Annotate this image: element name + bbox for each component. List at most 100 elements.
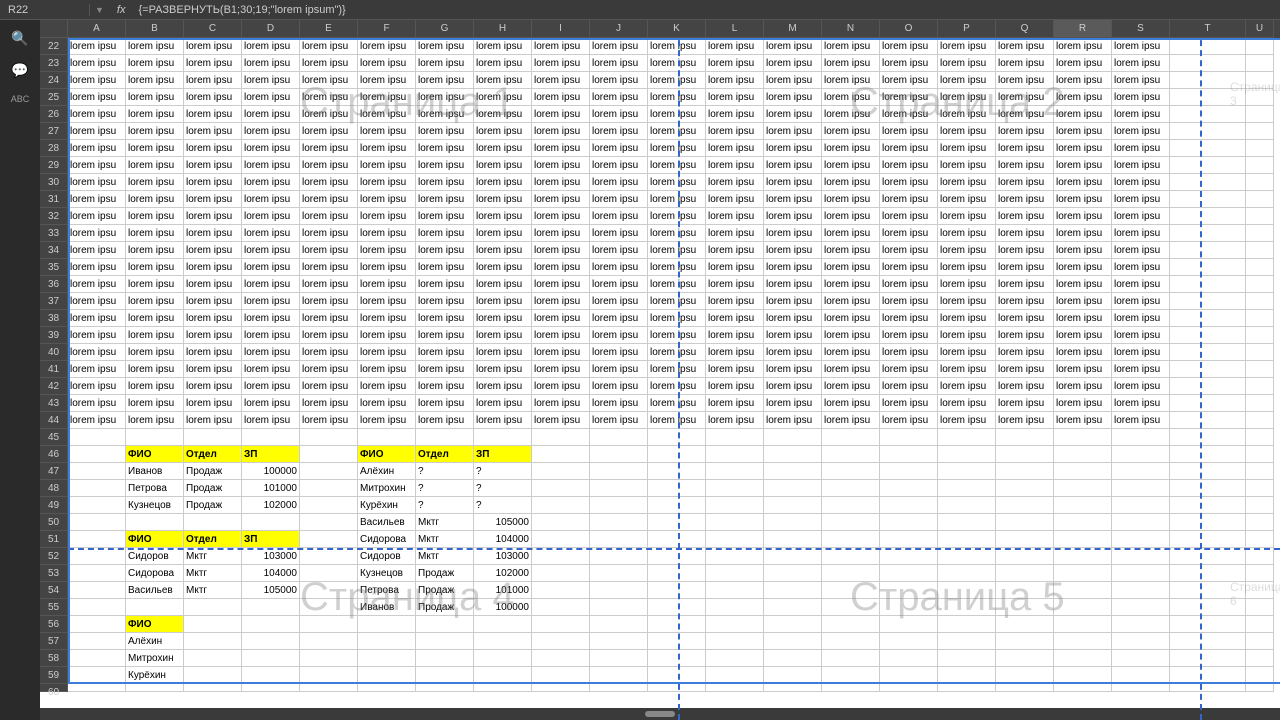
cell[interactable]: lorem ipsu bbox=[996, 123, 1054, 140]
cell[interactable] bbox=[648, 497, 706, 514]
cell[interactable] bbox=[68, 463, 126, 480]
row-header-58[interactable]: 58 bbox=[40, 650, 68, 667]
row-header-59[interactable]: 59 bbox=[40, 667, 68, 684]
cell[interactable]: lorem ipsu bbox=[68, 225, 126, 242]
cell[interactable]: lorem ipsu bbox=[416, 174, 474, 191]
cell[interactable] bbox=[1054, 497, 1112, 514]
cell[interactable] bbox=[1112, 463, 1170, 480]
cell[interactable]: 103000 bbox=[474, 548, 532, 565]
cell[interactable] bbox=[1112, 667, 1170, 684]
cell[interactable] bbox=[764, 531, 822, 548]
cell[interactable] bbox=[68, 429, 126, 446]
cell[interactable] bbox=[474, 650, 532, 667]
cell[interactable]: lorem ipsu bbox=[880, 140, 938, 157]
cell[interactable] bbox=[590, 599, 648, 616]
cell[interactable]: lorem ipsu bbox=[242, 293, 300, 310]
cell[interactable] bbox=[938, 633, 996, 650]
cell[interactable]: lorem ipsu bbox=[242, 72, 300, 89]
cell[interactable]: lorem ipsu bbox=[358, 55, 416, 72]
cell[interactable]: Мктг bbox=[184, 582, 242, 599]
cell[interactable]: lorem ipsu bbox=[1054, 123, 1112, 140]
cell[interactable] bbox=[822, 531, 880, 548]
cell[interactable]: lorem ipsu bbox=[822, 327, 880, 344]
cell[interactable] bbox=[648, 633, 706, 650]
cell[interactable]: lorem ipsu bbox=[880, 327, 938, 344]
cell[interactable] bbox=[938, 565, 996, 582]
cell[interactable]: lorem ipsu bbox=[764, 293, 822, 310]
cell[interactable] bbox=[126, 429, 184, 446]
cell[interactable]: lorem ipsu bbox=[648, 55, 706, 72]
cell[interactable]: lorem ipsu bbox=[416, 344, 474, 361]
column-header-H[interactable]: H bbox=[474, 20, 532, 38]
cell[interactable]: lorem ipsu bbox=[1054, 225, 1112, 242]
cell[interactable]: lorem ipsu bbox=[358, 378, 416, 395]
cell[interactable] bbox=[1054, 684, 1112, 692]
cell[interactable] bbox=[1246, 293, 1274, 310]
cell[interactable]: lorem ipsu bbox=[938, 327, 996, 344]
cell[interactable]: lorem ipsu bbox=[590, 395, 648, 412]
cell[interactable]: lorem ipsu bbox=[764, 123, 822, 140]
cell[interactable] bbox=[300, 531, 358, 548]
cell[interactable] bbox=[938, 429, 996, 446]
cell[interactable]: lorem ipsu bbox=[1112, 38, 1170, 55]
cell[interactable] bbox=[880, 429, 938, 446]
cell[interactable]: lorem ipsu bbox=[648, 123, 706, 140]
row-header-27[interactable]: 27 bbox=[40, 123, 68, 140]
cell[interactable] bbox=[996, 463, 1054, 480]
cell[interactable]: lorem ipsu bbox=[938, 242, 996, 259]
column-header-O[interactable]: O bbox=[880, 20, 938, 38]
cell[interactable]: lorem ipsu bbox=[68, 344, 126, 361]
cell[interactable]: lorem ipsu bbox=[184, 310, 242, 327]
cell[interactable] bbox=[1170, 310, 1246, 327]
cell[interactable]: lorem ipsu bbox=[474, 38, 532, 55]
cell[interactable]: lorem ipsu bbox=[590, 208, 648, 225]
cell[interactable] bbox=[1170, 684, 1246, 692]
cell[interactable]: lorem ipsu bbox=[706, 38, 764, 55]
cell[interactable]: lorem ipsu bbox=[822, 208, 880, 225]
cell[interactable] bbox=[1246, 174, 1274, 191]
cell[interactable]: lorem ipsu bbox=[996, 344, 1054, 361]
column-header-T[interactable]: T bbox=[1170, 20, 1246, 38]
cell[interactable] bbox=[358, 616, 416, 633]
cell[interactable] bbox=[1170, 412, 1246, 429]
cell[interactable]: lorem ipsu bbox=[590, 327, 648, 344]
cell[interactable]: lorem ipsu bbox=[300, 310, 358, 327]
cell[interactable] bbox=[1246, 531, 1274, 548]
cell[interactable]: lorem ipsu bbox=[590, 106, 648, 123]
cell[interactable]: lorem ipsu bbox=[1112, 191, 1170, 208]
cell[interactable]: lorem ipsu bbox=[532, 140, 590, 157]
cell[interactable]: lorem ipsu bbox=[880, 395, 938, 412]
cell[interactable] bbox=[532, 633, 590, 650]
cell[interactable]: lorem ipsu bbox=[1112, 344, 1170, 361]
cell[interactable] bbox=[1054, 599, 1112, 616]
cell[interactable] bbox=[880, 667, 938, 684]
cell[interactable]: lorem ipsu bbox=[416, 106, 474, 123]
cell[interactable]: lorem ipsu bbox=[938, 191, 996, 208]
cell[interactable] bbox=[880, 463, 938, 480]
cell[interactable] bbox=[938, 667, 996, 684]
cell[interactable] bbox=[706, 667, 764, 684]
cell[interactable] bbox=[590, 565, 648, 582]
cell[interactable]: lorem ipsu bbox=[300, 327, 358, 344]
cell[interactable] bbox=[590, 667, 648, 684]
cell[interactable]: lorem ipsu bbox=[358, 327, 416, 344]
cell[interactable]: Петрова bbox=[358, 582, 416, 599]
cell[interactable] bbox=[706, 633, 764, 650]
cell[interactable]: lorem ipsu bbox=[474, 395, 532, 412]
cell[interactable]: lorem ipsu bbox=[416, 293, 474, 310]
cell[interactable]: lorem ipsu bbox=[474, 361, 532, 378]
cell[interactable] bbox=[648, 446, 706, 463]
cell[interactable]: lorem ipsu bbox=[242, 225, 300, 242]
cell[interactable]: lorem ipsu bbox=[1054, 55, 1112, 72]
cell[interactable]: Иванов bbox=[358, 599, 416, 616]
cell[interactable]: lorem ipsu bbox=[416, 259, 474, 276]
cell[interactable]: lorem ipsu bbox=[880, 72, 938, 89]
cell[interactable] bbox=[880, 616, 938, 633]
search-icon[interactable]: 🔍 bbox=[11, 30, 28, 47]
column-header-R[interactable]: R bbox=[1054, 20, 1112, 38]
cell[interactable] bbox=[68, 667, 126, 684]
cell[interactable] bbox=[1246, 55, 1274, 72]
cell[interactable]: lorem ipsu bbox=[880, 123, 938, 140]
cell[interactable] bbox=[880, 599, 938, 616]
cell[interactable]: lorem ipsu bbox=[1112, 310, 1170, 327]
